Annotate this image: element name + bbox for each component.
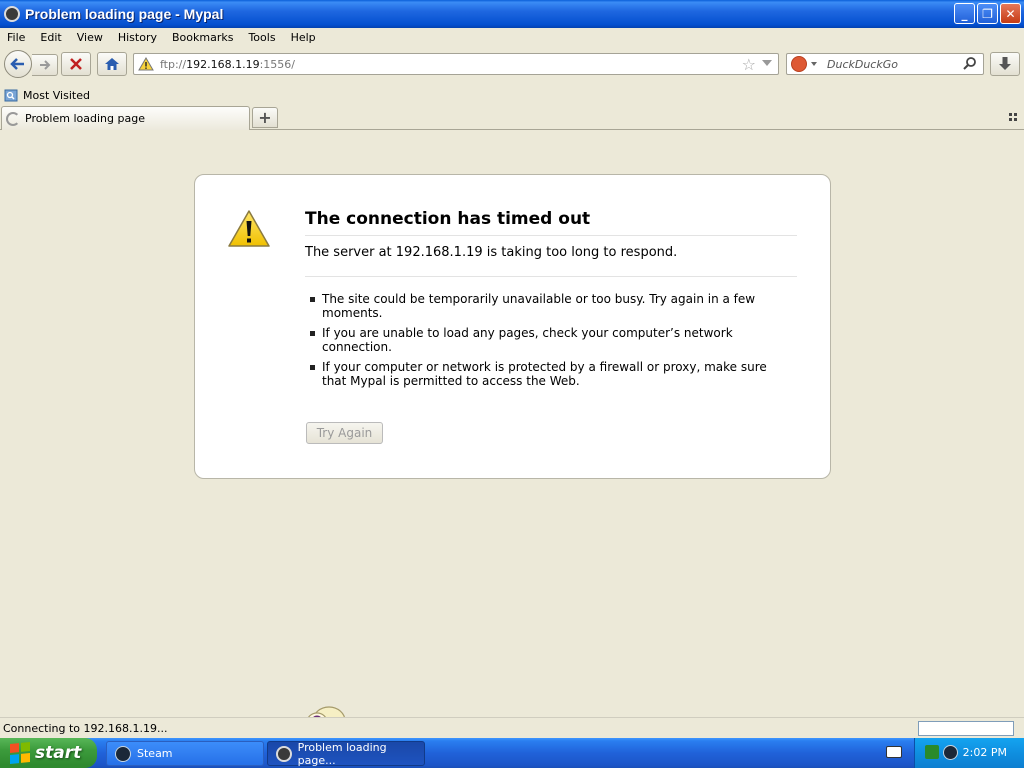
windows-logo-icon [10, 741, 30, 765]
start-label: start [35, 743, 82, 763]
keyboard-layout-icon[interactable] [886, 746, 902, 758]
error-suggestions-list: The site could be temporarily unavailabl… [307, 292, 767, 394]
menu-view[interactable]: View [70, 31, 111, 44]
try-again-button[interactable]: Try Again [306, 422, 383, 444]
menu-help[interactable]: Help [284, 31, 324, 44]
page-content: The connection has timed out The server … [0, 131, 1024, 717]
mypal-icon [276, 745, 292, 762]
search-placeholder: DuckDuckGo [827, 57, 898, 71]
title-bar[interactable]: Problem loading page - Mypal _ ❐ ✕ [0, 0, 1024, 28]
taskbar-item-mypal[interactable]: Problem loading page... [267, 740, 425, 767]
most-visited-folder-icon [4, 89, 18, 102]
navigation-toolbar: ftp://192.168.1.19:1556/ ☆ DuckDuckGo [0, 47, 1024, 83]
menu-file[interactable]: File [0, 31, 33, 44]
tab-strip: Problem loading page + [0, 105, 1024, 130]
forward-button[interactable] [32, 54, 58, 76]
menu-bar: File Edit View History Bookmarks Tools H… [0, 28, 1024, 46]
warning-icon [228, 210, 270, 247]
status-text: Connecting to 192.168.1.19... [3, 722, 168, 735]
url-port-path: :1556/ [259, 57, 295, 71]
home-icon [105, 58, 119, 70]
error-title: The connection has timed out [305, 209, 797, 236]
steam-icon [115, 745, 131, 762]
mypal-app-icon[interactable] [4, 6, 20, 22]
error-container: The connection has timed out The server … [194, 174, 831, 479]
duckduckgo-icon[interactable] [791, 56, 807, 72]
tab-label: Problem loading page [25, 112, 145, 125]
bookmark-star-icon[interactable]: ☆ [742, 55, 756, 74]
url-host: 192.168.1.19 [186, 57, 260, 71]
network-tray-icon[interactable] [925, 745, 939, 759]
search-engine-dropdown-icon[interactable] [811, 62, 817, 66]
url-text[interactable]: ftp://192.168.1.19:1556/ [160, 58, 295, 71]
back-arrow-icon [10, 58, 24, 70]
downloads-button[interactable] [990, 52, 1020, 76]
menu-edit[interactable]: Edit [33, 31, 69, 44]
taskbar-item-steam[interactable]: Steam [106, 741, 264, 766]
system-tray: 2:02 PM [914, 738, 1024, 768]
error-separator [305, 276, 797, 277]
search-icon[interactable] [962, 56, 978, 72]
menu-tools[interactable]: Tools [241, 31, 283, 44]
tab-problem-loading-page[interactable]: Problem loading page [1, 106, 250, 130]
back-button[interactable] [4, 50, 32, 78]
home-button[interactable] [97, 52, 127, 76]
menu-history[interactable]: History [111, 31, 165, 44]
bookmark-most-visited[interactable]: Most Visited [23, 89, 90, 102]
list-item: If you are unable to load any pages, che… [307, 326, 767, 354]
maximize-button[interactable]: ❐ [977, 3, 998, 24]
steam-tray-icon[interactable] [943, 745, 958, 760]
taskbar-item-label: Problem loading page... [297, 740, 387, 767]
taskbar-item-label: Steam [137, 747, 173, 760]
close-window-button[interactable]: ✕ [1000, 3, 1021, 24]
stop-x-icon [70, 58, 82, 70]
forward-arrow-icon [39, 60, 50, 70]
stop-button[interactable] [61, 52, 91, 76]
status-bar: Connecting to 192.168.1.19... [0, 717, 1024, 738]
menu-bookmarks[interactable]: Bookmarks [165, 31, 241, 44]
download-arrow-icon [999, 57, 1011, 70]
start-button[interactable]: start [0, 738, 97, 768]
progress-bar [918, 721, 1014, 736]
clock[interactable]: 2:02 PM [963, 746, 1007, 759]
url-dropdown-icon[interactable] [762, 60, 772, 66]
bookmarks-toolbar: Most Visited [0, 85, 1024, 105]
warning-site-icon [138, 57, 154, 71]
loading-spinner-icon [6, 111, 20, 126]
window-controls: _ ❐ ✕ [954, 3, 1021, 24]
minimize-button[interactable]: _ [954, 3, 975, 24]
taskbar: start Steam Problem loading page... 2:02… [0, 738, 1024, 768]
window-title: Problem loading page - Mypal [25, 6, 224, 22]
list-item: If your computer or network is protected… [307, 360, 767, 388]
search-bar[interactable]: DuckDuckGo [786, 53, 984, 75]
error-description: The server at 192.168.1.19 is taking too… [305, 245, 678, 260]
list-all-tabs-icon[interactable] [1009, 113, 1018, 122]
list-item: The site could be temporarily unavailabl… [307, 292, 767, 320]
address-bar[interactable]: ftp://192.168.1.19:1556/ ☆ [133, 53, 779, 75]
new-tab-button[interactable]: + [252, 107, 278, 128]
url-scheme: ftp:// [160, 57, 187, 71]
